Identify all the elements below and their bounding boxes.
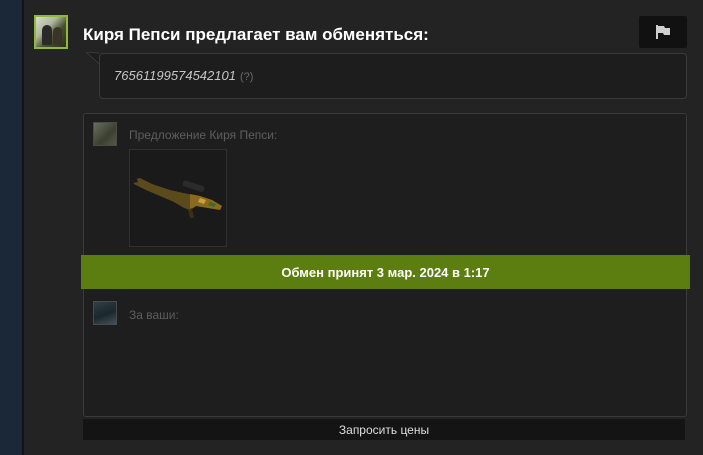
your-avatar[interactable] <box>93 301 117 325</box>
your-items-label: За ваши: <box>129 308 179 322</box>
request-prices-button[interactable]: Запросить цены <box>83 419 685 440</box>
flag-icon <box>656 25 670 39</box>
their-offer-label: Предложение Киря Пепси: <box>129 128 278 142</box>
their-avatar[interactable] <box>93 122 117 146</box>
steam-id-text: 76561199574542101 <box>114 68 236 83</box>
offer-headline: Киря Пепси предлагает вам обменяться: <box>83 25 429 44</box>
trade-item-slot[interactable] <box>129 149 227 247</box>
help-link[interactable]: (?) <box>240 71 253 83</box>
sniper-rifle-icon <box>132 177 222 218</box>
sidebar-strip <box>0 0 22 455</box>
avatar-figure <box>53 27 62 45</box>
report-button[interactable] <box>639 16 687 48</box>
trade-status-bar: Обмен принят 3 мар. 2024 в 1:17 <box>81 255 690 289</box>
partner-steam-id: 76561199574542101 (?) <box>114 68 253 83</box>
avatar-figure <box>42 25 52 45</box>
partner-avatar[interactable] <box>34 15 68 49</box>
